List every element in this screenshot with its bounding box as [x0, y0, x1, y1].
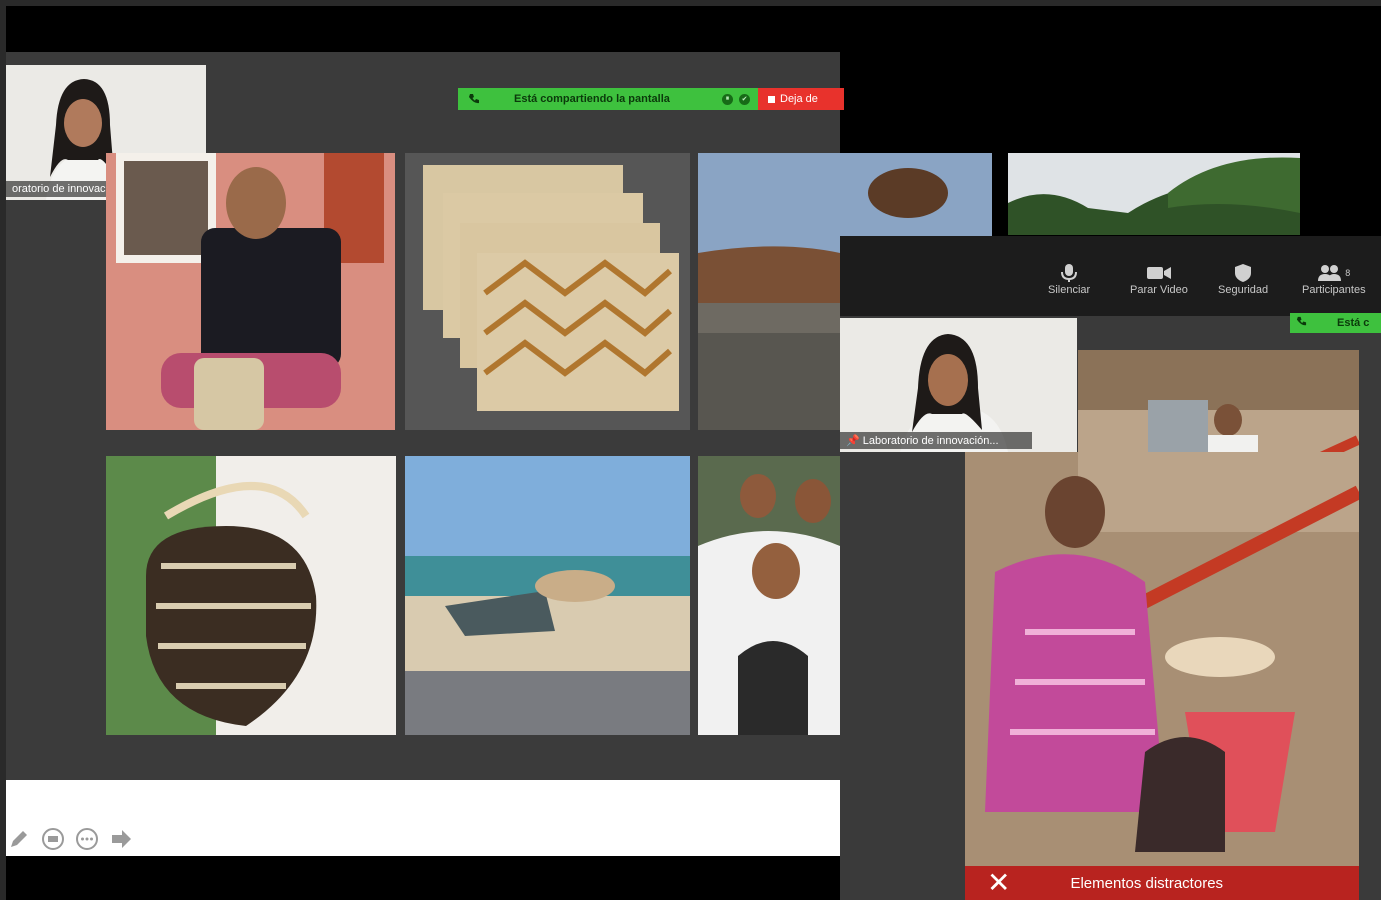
stop-icon [768, 95, 775, 103]
photo-landscape [1008, 153, 1300, 235]
captions-icon[interactable] [40, 826, 66, 852]
screen-share-bar[interactable]: Está compartiendo la pantalla ⏸ ✔ Deja d… [458, 88, 844, 110]
banner-text: Elementos distractores [1070, 874, 1224, 892]
photo-artisan-man [106, 153, 395, 430]
participant-name-text: Laboratorio de innovación... [862, 435, 999, 447]
second-meeting-window: Silenciar Parar Video Seguridad 8 Partic… [840, 236, 1381, 900]
photo-woman-weaving [965, 452, 1359, 866]
security-button[interactable]: Seguridad [1218, 262, 1268, 296]
pin-icon: 📌 [846, 435, 860, 447]
close-x-icon: ✕ [987, 867, 1011, 898]
security-label: Seguridad [1218, 284, 1269, 296]
sharing-text-second: Está c [1337, 317, 1370, 329]
more-options-icon[interactable] [74, 826, 100, 852]
photo-woven-handbag [106, 456, 396, 735]
slide-banner: ✕ Elementos distractores [965, 866, 1359, 900]
meeting-toolbar: Silenciar Parar Video Seguridad 8 Partic… [840, 236, 1381, 316]
participants-count: 8 [1345, 268, 1351, 278]
shield-icon[interactable]: ✔ [739, 93, 750, 105]
stop-share-button[interactable]: Deja de [758, 88, 844, 110]
sharing-indicator-second[interactable]: Está c [1290, 313, 1381, 333]
phone-icon [1296, 316, 1307, 330]
next-arrow-icon[interactable] [108, 826, 134, 852]
pen-icon[interactable] [6, 826, 32, 852]
participant-video-second[interactable]: 📌 Laboratorio de innovación... [840, 318, 1077, 452]
participants-label: Participantes [1302, 284, 1366, 296]
sharing-text: Está compartiendo la pantalla [514, 93, 670, 105]
photo-beach-boat [405, 456, 690, 735]
photo-group-weavers [698, 456, 840, 735]
pause-icon[interactable]: ⏸ [722, 93, 733, 105]
top-black-bar [6, 6, 1381, 52]
mute-button[interactable]: Silenciar [1048, 262, 1090, 296]
shield-icon [1234, 262, 1252, 284]
stop-video-button[interactable]: Parar Video [1130, 262, 1188, 296]
stop-video-label: Parar Video [1130, 284, 1188, 296]
sharing-indicator[interactable]: Está compartiendo la pantalla ⏸ ✔ [458, 88, 758, 110]
bottom-black-bar [6, 856, 840, 900]
mute-label: Silenciar [1048, 284, 1091, 296]
participants-icon: 8 [1317, 262, 1350, 284]
video-camera-icon [1146, 262, 1172, 284]
phone-icon [466, 91, 482, 107]
participant-name-label-second: 📌 Laboratorio de innovación... [840, 432, 1032, 449]
stop-share-label: Deja de [780, 93, 818, 105]
slide-toolbar [6, 826, 134, 852]
photo-woven-placemats [405, 153, 690, 430]
participants-button[interactable]: 8 Participantes [1302, 262, 1366, 296]
microphone-icon [1058, 262, 1080, 284]
